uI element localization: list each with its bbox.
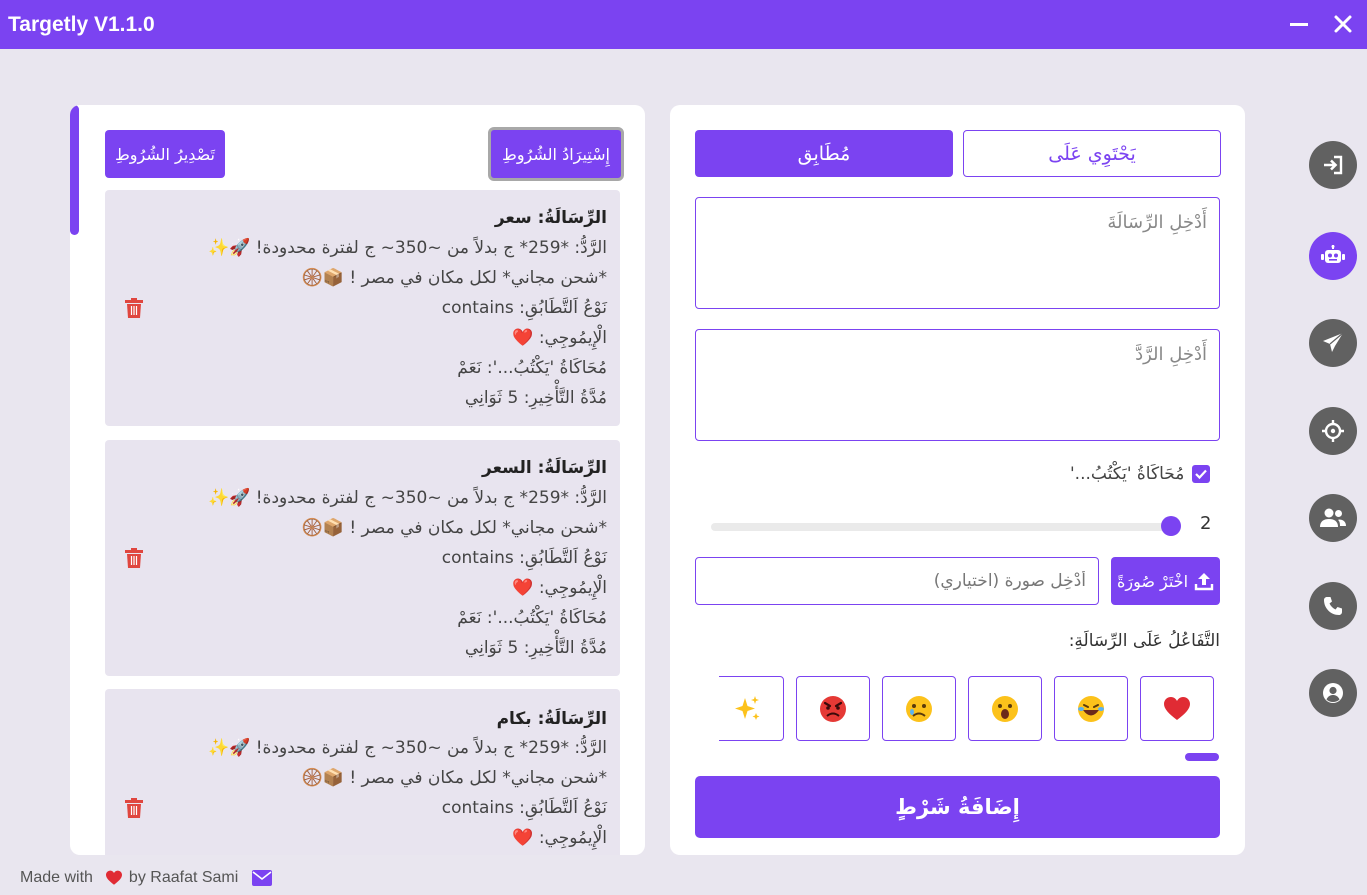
add-rule-button[interactable]: إِضَافَةُ شَرْطٍ xyxy=(695,776,1220,838)
rule-typing: مُحَاكَاةُ 'يَكْتُبُ...': نَعَمْ xyxy=(457,608,607,628)
rule-reply: الرَّدُّ: *259* ج بدلاً من ~350~ ج لفترة… xyxy=(208,738,607,758)
choose-image-button[interactable]: اخْتَرْ صُورَةً xyxy=(1111,557,1220,605)
rule-card: الرِّسَالَةُ: سعر الرَّدُّ: *259* ج بدلا… xyxy=(105,190,620,426)
footer: Made with ❤️ by Raafat Sami xyxy=(20,869,273,887)
upload-icon xyxy=(1194,573,1214,591)
send-icon xyxy=(1323,332,1344,352)
crosshair-icon xyxy=(1322,420,1344,442)
reactions-list xyxy=(719,675,1220,743)
app-title: Targetly V1.1.0 xyxy=(8,12,155,36)
rule-delay: مُدَّةُ التَّأْخِيرِ: 5 ثَوَانِي xyxy=(464,388,607,408)
trash-icon xyxy=(125,298,143,318)
mail-icon xyxy=(252,870,273,886)
tab-contains[interactable]: يَحْتَوِي عَلَى xyxy=(963,130,1221,177)
account-icon xyxy=(1323,683,1343,703)
rule-emoji: الْإِيمُوجِي: ❤️ xyxy=(512,578,607,598)
reaction-sad[interactable] xyxy=(882,676,956,741)
reaction-angry[interactable] xyxy=(796,676,870,741)
rule-reply-extra: *شحن مجاني* لكل مكان في مصر ! 📦🛞 xyxy=(301,768,607,788)
typing-simulation-row: مُحَاكَاةُ 'يَكْتُبُ...' xyxy=(1070,462,1220,486)
crying-emoji-icon xyxy=(906,695,932,722)
typing-label: مُحَاكَاةُ 'يَكْتُبُ...' xyxy=(1070,464,1185,484)
sparkles-emoji-icon xyxy=(735,695,760,720)
reply-input[interactable] xyxy=(695,329,1220,441)
close-button[interactable] xyxy=(1327,8,1359,40)
footer-author: by Raafat Sami xyxy=(128,869,239,886)
rule-reply: الرَّدُّ: *259* ج بدلاً من ~350~ ج لفترة… xyxy=(208,488,607,508)
export-rules-button[interactable]: تَصْدِيرُ الشُرُوطِ xyxy=(105,130,225,178)
sidebar-item-target[interactable] xyxy=(1309,407,1357,455)
rules-panel: إِسْتِيرَادُ الشُرُوطِ تَصْدِيرُ الشُرُو… xyxy=(70,105,645,855)
reactions-scrollbar[interactable] xyxy=(1185,753,1219,761)
rule-message: الرِّسَالَةُ: سعر xyxy=(494,208,607,228)
sidebar-item-account[interactable] xyxy=(1309,669,1357,717)
rule-card: الرِّسَالَةُ: السعر الرَّدُّ: *259* ج بد… xyxy=(105,440,620,676)
rule-match-type: نَوْعُ اَلتَّطَابُقِ: contains xyxy=(441,548,607,568)
angry-emoji-icon xyxy=(820,695,846,722)
heart-emoji-icon xyxy=(1164,696,1190,720)
delete-rule-button[interactable] xyxy=(125,798,143,818)
rule-delay: مُدَّةُ التَّأْخِيرِ: 5 ثَوَانِي xyxy=(464,638,607,658)
login-icon xyxy=(1324,155,1343,175)
rule-typing: مُحَاكَاةُ 'يَكْتُبُ...': نَعَمْ xyxy=(457,358,607,378)
import-rules-button[interactable]: إِسْتِيرَادُ الشُرُوطِ xyxy=(488,127,624,181)
reaction-heart[interactable] xyxy=(1140,676,1214,741)
close-icon xyxy=(1334,15,1352,33)
minimize-button[interactable] xyxy=(1283,8,1315,40)
sidebar-item-bot[interactable] xyxy=(1309,232,1357,280)
delay-slider-track[interactable] xyxy=(711,523,1173,531)
rule-card: الرِّسَالَةُ: بكام الرَّدُّ: *259* ج بدل… xyxy=(105,689,620,855)
sidebar-item-login[interactable] xyxy=(1309,141,1357,189)
rules-scrollbar[interactable] xyxy=(70,105,79,235)
delete-rule-button[interactable] xyxy=(125,548,143,568)
image-input[interactable] xyxy=(695,557,1099,605)
choose-image-label: اخْتَرْ صُورَةً xyxy=(1116,571,1189,591)
add-rule-form: مُطَابِق يَحْتَوِي عَلَى مُحَاكَاةُ 'يَك… xyxy=(670,105,1245,855)
reaction-laugh[interactable] xyxy=(1054,676,1128,741)
footer-mail-link[interactable] xyxy=(252,870,273,886)
rule-emoji: الْإِيمُوجِي: ❤️ xyxy=(512,828,607,848)
delay-slider-thumb[interactable] xyxy=(1161,516,1181,536)
heart-icon xyxy=(105,870,122,885)
rule-reply-extra: *شحن مجاني* لكل مكان في مصر ! 📦🛞 xyxy=(301,518,607,538)
reaction-sparkles[interactable] xyxy=(719,676,784,741)
title-bar: Targetly V1.1.0 xyxy=(0,0,1367,49)
delay-value: 2 xyxy=(1200,513,1212,534)
typing-checkbox[interactable] xyxy=(1192,465,1211,483)
rule-message: الرِّسَالَةُ: بكام xyxy=(496,709,607,729)
reactions-label: التَّفَاعُلُ عَلَى الرِّسَالَةِ: xyxy=(1068,631,1220,651)
footer-made-with: Made with xyxy=(20,869,93,886)
check-icon xyxy=(1195,469,1208,480)
tab-matching[interactable]: مُطَابِق xyxy=(695,130,953,177)
message-input[interactable] xyxy=(695,197,1220,309)
surprised-emoji-icon xyxy=(992,695,1018,722)
minimize-icon xyxy=(1290,23,1308,26)
sidebar-item-send[interactable] xyxy=(1309,319,1357,367)
rule-match-type: نَوْعُ اَلتَّطَابُقِ: contains xyxy=(441,798,607,818)
phone-icon xyxy=(1324,597,1342,615)
trash-icon xyxy=(125,548,143,568)
laughing-emoji-icon xyxy=(1078,695,1104,722)
reaction-surprised[interactable] xyxy=(968,676,1042,741)
trash-icon xyxy=(125,798,143,818)
rule-message: الرِّسَالَةُ: السعر xyxy=(482,458,607,478)
rule-match-type: نَوْعُ اَلتَّطَابُقِ: contains xyxy=(441,298,607,318)
delete-rule-button[interactable] xyxy=(125,298,143,318)
robot-icon xyxy=(1321,245,1345,263)
rule-reply: الرَّدُّ: *259* ج بدلاً من ~350~ ج لفترة… xyxy=(208,238,607,258)
sidebar-item-phone[interactable] xyxy=(1309,582,1357,630)
rule-reply-extra: *شحن مجاني* لكل مكان في مصر ! 📦🛞 xyxy=(301,268,607,288)
rule-emoji: الْإِيمُوجِي: ❤️ xyxy=(512,328,607,348)
users-icon xyxy=(1320,508,1346,527)
sidebar-item-users[interactable] xyxy=(1309,494,1357,542)
